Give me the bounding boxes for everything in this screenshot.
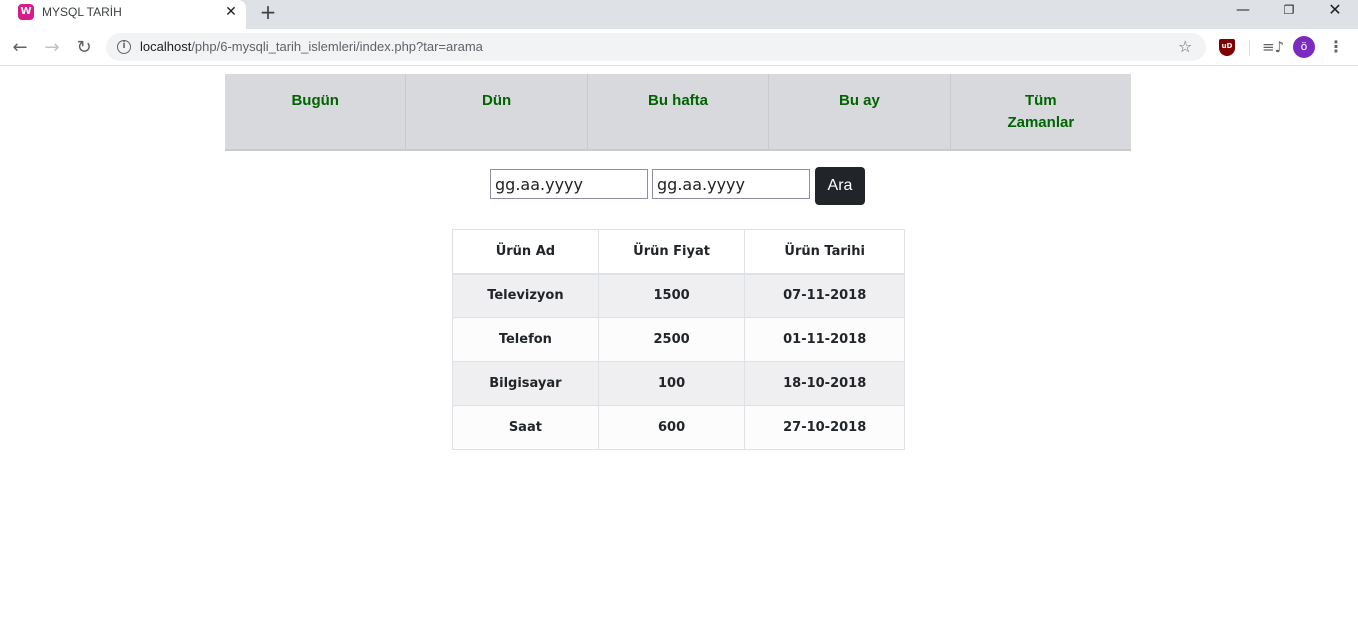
- table-row: Televizyon 1500 07-11-2018: [452, 273, 905, 318]
- close-window-button[interactable]: ✕: [1312, 0, 1358, 22]
- url-host: localhost: [140, 39, 192, 54]
- new-tab-button[interactable]: +: [257, 1, 279, 23]
- nav-link-this-month[interactable]: Bu ay: [819, 90, 899, 112]
- products-table: Ürün Ad Ürün Fiyat Ürün Tarihi Televizyo…: [452, 229, 905, 450]
- tab-title: MYSQL TARİH: [42, 5, 122, 19]
- tab-strip: W MYSQL TARİH ✕ + — ❐ ✕: [0, 0, 1358, 29]
- table-row: Bilgisayar 100 18-10-2018: [452, 361, 905, 406]
- cell-product-date: 07-11-2018: [744, 273, 905, 318]
- url-text[interactable]: localhost/php/6-mysqli_tarih_islemleri/i…: [140, 39, 483, 55]
- table-row: Saat 600 27-10-2018: [452, 405, 905, 450]
- maximize-button[interactable]: ❐: [1266, 0, 1312, 22]
- cell-product-price: 100: [597, 361, 746, 406]
- cell-product-date: 27-10-2018: [744, 405, 905, 450]
- back-arrow-icon[interactable]: ←: [8, 36, 32, 60]
- date-filter-nav: Bugün Dün Bu hafta Bu ay Tüm Zamanlar: [225, 74, 1131, 151]
- address-bar[interactable]: i localhost/php/6-mysqli_tarih_islemleri…: [106, 33, 1206, 61]
- ublock-extension-icon[interactable]: uD: [1219, 39, 1235, 56]
- search-button[interactable]: Ara: [815, 167, 865, 205]
- nav-cell: Bugün: [225, 74, 407, 149]
- browser-toolbar: ← → ↻ i localhost/php/6-mysqli_tarih_isl…: [0, 29, 1358, 66]
- tab-close-icon[interactable]: ✕: [222, 3, 240, 21]
- column-header-product-price: Ürün Fiyat: [597, 229, 746, 275]
- profile-avatar[interactable]: ö: [1293, 36, 1315, 58]
- cell-product-name: Televizyon: [452, 273, 599, 318]
- nav-cell: Dün: [406, 74, 588, 149]
- cell-product-name: Bilgisayar: [452, 361, 599, 406]
- toolbar-divider: [1249, 40, 1250, 56]
- table-header-row: Ürün Ad Ürün Fiyat Ürün Tarihi: [452, 229, 905, 275]
- nav-link-all-time[interactable]: Tüm Zamanlar: [1001, 90, 1081, 134]
- nav-cell: Tüm Zamanlar: [951, 74, 1131, 149]
- cell-product-name: Telefon: [452, 317, 599, 362]
- nav-link-this-week[interactable]: Bu hafta: [638, 90, 718, 112]
- media-controls-icon[interactable]: ≡♪: [1262, 37, 1284, 57]
- nav-link-today[interactable]: Bugün: [275, 90, 355, 112]
- nav-cell: Bu ay: [769, 74, 951, 149]
- nav-cell: Bu hafta: [588, 74, 770, 149]
- cell-product-name: Saat: [452, 405, 599, 450]
- forward-arrow-icon[interactable]: →: [40, 36, 64, 60]
- bookmark-star-icon[interactable]: ☆: [1178, 37, 1192, 57]
- cell-product-price: 600: [597, 405, 746, 450]
- minimize-button[interactable]: —: [1220, 0, 1266, 22]
- wamp-favicon-icon: W: [18, 4, 34, 20]
- column-header-product-date: Ürün Tarihi: [744, 229, 905, 275]
- site-info-icon[interactable]: i: [117, 40, 131, 54]
- url-path: /php/6-mysqli_tarih_islemleri/index.php?…: [191, 39, 483, 54]
- browser-menu-icon[interactable]: ⋮: [1326, 37, 1346, 57]
- cell-product-date: 01-11-2018: [744, 317, 905, 362]
- reload-icon[interactable]: ↻: [72, 36, 96, 60]
- cell-product-price: 1500: [597, 273, 746, 318]
- end-date-input[interactable]: [652, 169, 810, 199]
- start-date-input[interactable]: [490, 169, 648, 199]
- table-row: Telefon 2500 01-11-2018: [452, 317, 905, 362]
- nav-link-yesterday[interactable]: Dün: [457, 90, 537, 112]
- column-header-product-name: Ürün Ad: [452, 229, 599, 275]
- cell-product-date: 18-10-2018: [744, 361, 905, 406]
- cell-product-price: 2500: [597, 317, 746, 362]
- browser-tab[interactable]: W MYSQL TARİH ✕: [0, 0, 246, 29]
